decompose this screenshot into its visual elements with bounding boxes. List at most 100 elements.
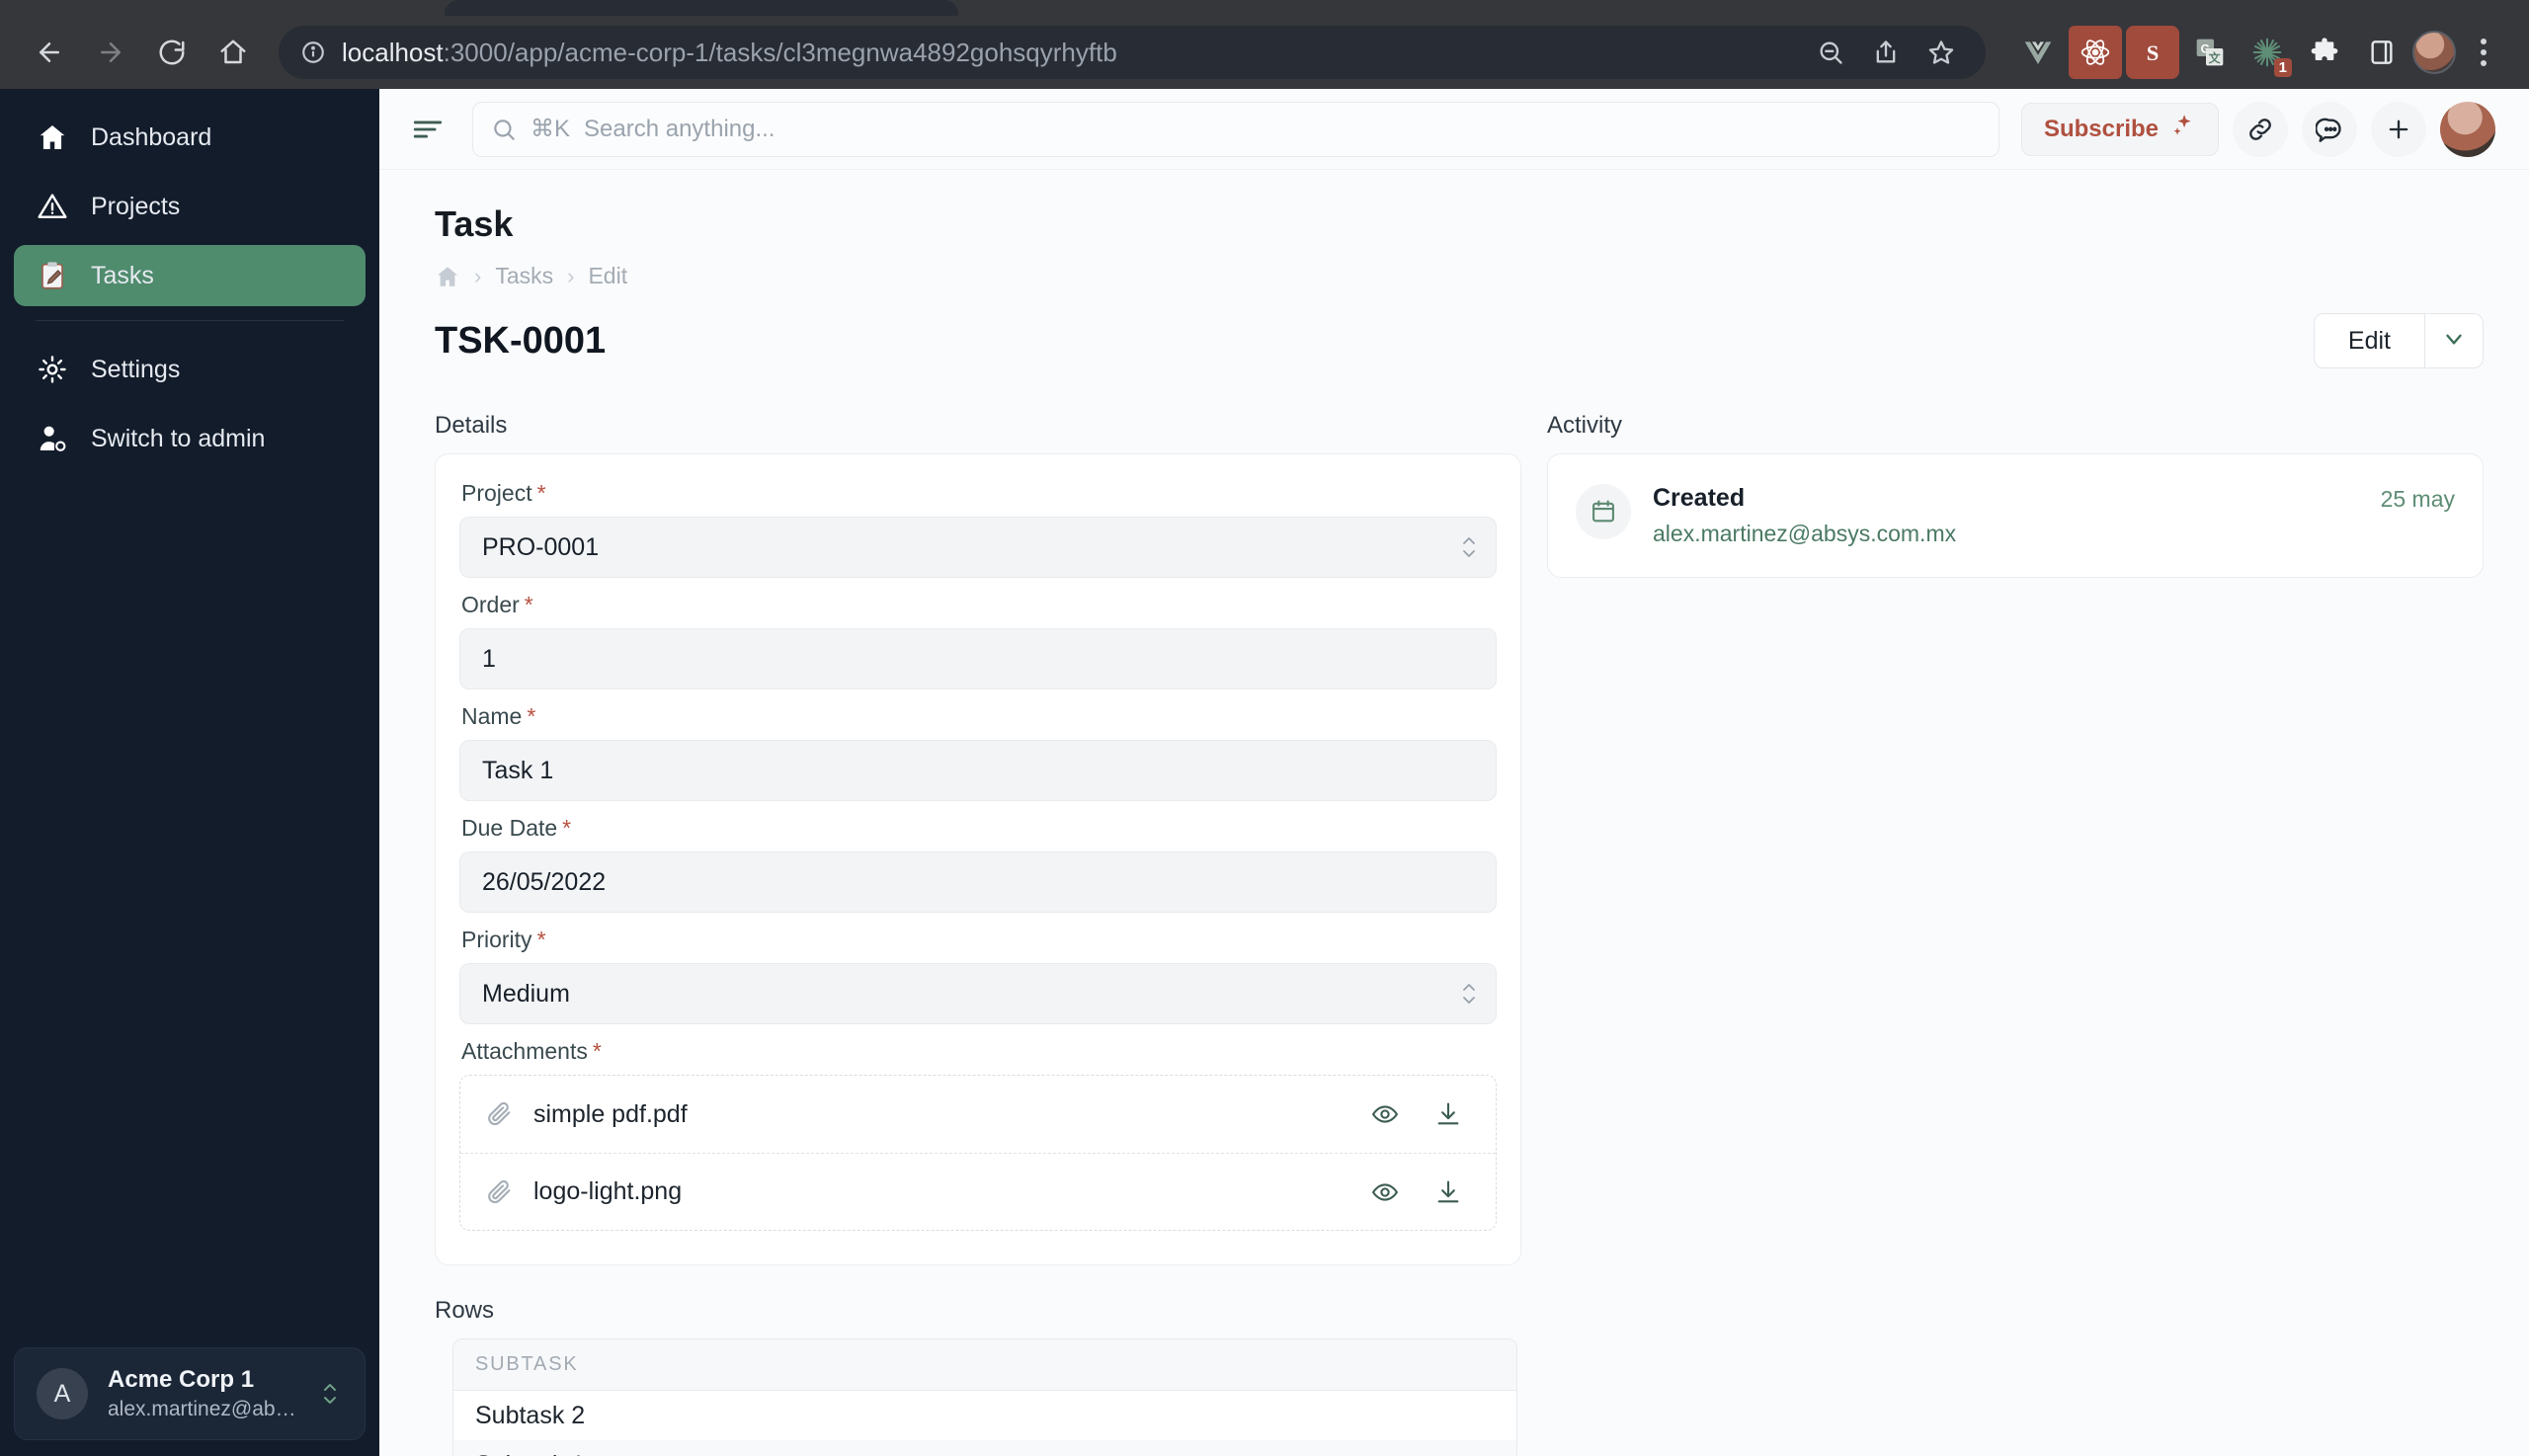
org-name: Acme Corp 1 [108, 1366, 255, 1393]
download-icon[interactable] [1427, 1178, 1470, 1206]
sidebar-collapse-icon[interactable] [405, 107, 450, 152]
edit-button[interactable]: Edit [2313, 313, 2424, 368]
site-info-icon[interactable] [296, 36, 330, 69]
field-label: Attachments * [461, 1038, 1497, 1065]
breadcrumb: › Tasks › Edit [435, 263, 2484, 289]
org-avatar: A [37, 1368, 88, 1419]
content-inner: Task › Tasks › Edit TSK-0001 Edit Detail… [379, 203, 2529, 1456]
name-input[interactable]: Task 1 [459, 740, 1497, 801]
topbar-actions: Subscribe [2020, 101, 2495, 157]
field-label: Project * [461, 480, 1497, 507]
breadcrumb-home-icon[interactable] [435, 264, 460, 289]
priority-select[interactable]: Medium [459, 963, 1497, 1024]
sidebar-divider [36, 320, 344, 321]
application-root: Dashboard Projects Tasks Settings Switch… [0, 89, 2529, 1456]
required-marker: * [527, 703, 536, 729]
breadcrumb-item-edit[interactable]: Edit [588, 263, 627, 289]
field-order: Order * 1 [459, 592, 1497, 689]
details-card: Project * PRO-0001 Order * 1 Name * Task… [435, 453, 1521, 1265]
link-icon[interactable] [2233, 101, 2288, 157]
eye-icon[interactable] [1363, 1100, 1407, 1128]
activity-title: Created [1653, 484, 1746, 512]
svg-text:文: 文 [2209, 50, 2222, 65]
project-select[interactable]: PRO-0001 [459, 517, 1497, 578]
sidebar-item-tasks[interactable]: Tasks [14, 245, 366, 306]
chevron-up-down-icon [1456, 530, 1482, 564]
user-avatar[interactable] [2440, 101, 2495, 157]
field-value: 26/05/2022 [482, 867, 607, 896]
edit-dropdown-button[interactable] [2424, 313, 2484, 368]
required-marker: * [536, 927, 546, 952]
attachment-name: simple pdf.pdf [533, 1099, 688, 1128]
field-label-text: Name [461, 703, 523, 729]
sidebar-item-label: Settings [91, 355, 181, 383]
zoom-out-icon[interactable] [1804, 26, 1857, 79]
react-devtools-extension-icon[interactable] [2069, 26, 2122, 79]
required-marker: * [536, 480, 546, 506]
chrome-profile-avatar[interactable] [2412, 31, 2456, 74]
chat-bubble-icon[interactable] [2302, 101, 2357, 157]
table-row[interactable]: Subtask 1 [453, 1440, 1516, 1456]
share-icon[interactable] [1859, 26, 1913, 79]
attachment-row[interactable]: logo-light.png [460, 1153, 1496, 1230]
field-label-text: Order [461, 592, 520, 617]
field-value: Medium [482, 979, 570, 1008]
breadcrumb-item-tasks[interactable]: Tasks [495, 263, 553, 289]
details-column: Details Project * PRO-0001 Order * 1 Nam… [435, 412, 1521, 1456]
sidebar-item-label: Projects [91, 192, 181, 220]
sidebar-item-switch-to-admin[interactable]: Switch to admin [14, 408, 366, 469]
column-header-subtask: SUBTASK [475, 1353, 579, 1375]
field-name: Name * Task 1 [459, 703, 1497, 801]
cell-subtask: Subtask 1 [475, 1451, 585, 1456]
vue-devtools-extension-icon[interactable] [2011, 26, 2065, 79]
sidebar-item-projects[interactable]: Projects [14, 176, 366, 237]
details-section-label: Details [435, 412, 508, 439]
org-switcher-text: Acme Corp 1 alex.martinez@absys.co... [108, 1366, 297, 1421]
attachment-row[interactable]: simple pdf.pdf [460, 1076, 1496, 1153]
download-icon[interactable] [1427, 1100, 1470, 1128]
browser-tab[interactable] [445, 0, 958, 16]
field-label: Name * [461, 703, 1497, 730]
home-icon[interactable] [205, 25, 261, 80]
back-arrow-icon[interactable] [22, 25, 77, 80]
sidebar-item-settings[interactable]: Settings [14, 339, 366, 400]
main-area: ⌘K Search anything... Subscribe Task › T… [379, 89, 2529, 1456]
due-date-input[interactable]: 26/05/2022 [459, 851, 1497, 913]
activity-section-label: Activity [1547, 412, 1623, 439]
subscribe-button[interactable]: Subscribe [2020, 102, 2219, 156]
reload-icon[interactable] [144, 25, 200, 80]
paperclip-icon [486, 1178, 514, 1206]
field-due-date: Due Date * 26/05/2022 [459, 815, 1497, 913]
address-bar[interactable]: localhost:3000/app/acme-corp-1/tasks/cl3… [279, 26, 1986, 79]
search-icon [491, 117, 517, 142]
activity-column: Activity Created alex.martinez@absys.com… [1547, 412, 2484, 578]
field-priority: Priority * Medium [459, 927, 1497, 1024]
user-gear-icon [36, 422, 69, 455]
page-content: Task › Tasks › Edit TSK-0001 Edit Detail… [379, 170, 2529, 1456]
sunburst-extension-icon[interactable]: 1 [2241, 26, 2294, 79]
google-translate-extension-icon[interactable]: G文 [2183, 26, 2237, 79]
sidebar-item-label: Switch to admin [91, 424, 266, 452]
cell-subtask: Subtask 2 [475, 1401, 586, 1429]
eye-icon[interactable] [1363, 1178, 1407, 1206]
search-placeholder: Search anything... [584, 115, 775, 142]
field-value: PRO-0001 [482, 532, 600, 561]
svelte-devtools-extension-icon[interactable]: S [2126, 26, 2179, 79]
chrome-menu-icon[interactable] [2460, 26, 2507, 79]
chevron-up-down-icon[interactable] [317, 1376, 343, 1412]
table-row[interactable]: Subtask 2 [453, 1391, 1516, 1440]
order-input[interactable]: 1 [459, 628, 1497, 689]
bookmark-star-icon[interactable] [1915, 26, 1968, 79]
plus-icon[interactable] [2371, 101, 2426, 157]
forward-arrow-icon[interactable] [83, 25, 138, 80]
record-header: TSK-0001 Edit [435, 313, 2484, 368]
search-input[interactable]: ⌘K Search anything... [472, 101, 1999, 157]
puzzle-extensions-icon[interactable] [2298, 26, 2351, 79]
sidebar-item-dashboard[interactable]: Dashboard [14, 107, 366, 168]
org-switcher[interactable]: A Acme Corp 1 alex.martinez@absys.co... [14, 1347, 366, 1440]
attachments-list: simple pdf.pdf logo-light.png [459, 1075, 1497, 1231]
warning-triangle-icon [36, 190, 69, 223]
record-id: TSK-0001 [435, 319, 607, 362]
side-panel-icon[interactable] [2355, 26, 2408, 79]
subscribe-label: Subscribe [2043, 115, 2159, 142]
